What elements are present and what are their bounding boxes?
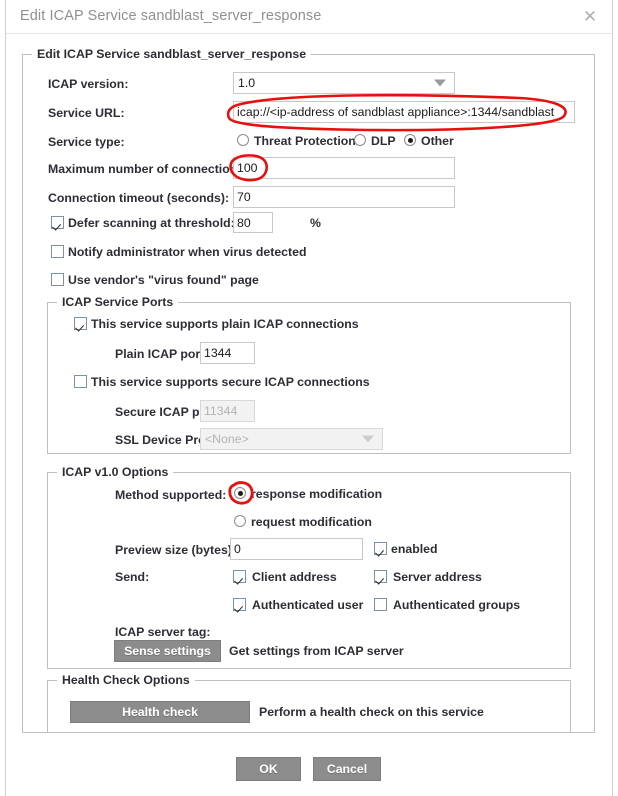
cancel-button[interactable]: Cancel: [313, 757, 381, 781]
service-type-radio-dlp[interactable]: [354, 134, 366, 146]
icap-v1-options-legend: ICAP v1.0 Options: [57, 465, 174, 479]
send-client-address-checkbox[interactable]: [233, 570, 246, 583]
service-type-radio-other[interactable]: [404, 134, 416, 146]
method-radio-request-modification[interactable]: [234, 515, 246, 527]
icap-version-value: 1.0: [238, 76, 256, 90]
notify-administrator-checkbox[interactable]: [51, 245, 64, 258]
notify-administrator-label: Notify administrator when virus detected: [68, 245, 307, 259]
service-type-option-other: Other: [421, 134, 454, 148]
service-type-radio-threat-protection[interactable]: [237, 134, 249, 146]
defer-scanning-label: Defer scanning at threshold:: [68, 216, 235, 230]
window-title: Edit ICAP Service sandblast_server_respo…: [20, 8, 322, 24]
ssl-device-profile-value: <None>: [205, 432, 249, 446]
plain-icap-port-label: Plain ICAP port:: [115, 347, 209, 361]
preview-size-input[interactable]: [230, 538, 363, 560]
secure-icap-port-input: [200, 400, 255, 422]
vendor-virus-page-label: Use vendor's "virus found" page: [68, 273, 259, 287]
ok-button[interactable]: OK: [236, 757, 301, 781]
icap-version-label: ICAP version:: [48, 77, 129, 91]
max-connections-input[interactable]: [233, 157, 455, 179]
defer-scanning-input[interactable]: [233, 212, 273, 233]
service-type-option-dlp: DLP: [371, 134, 396, 148]
preview-enabled-label: enabled: [391, 542, 438, 556]
send-label: Send:: [115, 570, 150, 584]
secure-icap-supported-checkbox[interactable]: [74, 375, 87, 388]
plain-icap-port-input[interactable]: [200, 342, 255, 364]
service-url-input[interactable]: [233, 101, 575, 123]
method-option-response-modification: response modification: [251, 487, 383, 501]
send-authenticated-groups-checkbox[interactable]: [374, 598, 387, 611]
send-authenticated-user-label: Authenticated user: [252, 598, 364, 612]
send-authenticated-user-checkbox[interactable]: [233, 598, 246, 611]
preview-size-label: Preview size (bytes):: [115, 543, 236, 557]
defer-scanning-unit: %: [310, 216, 321, 230]
icap-version-select[interactable]: 1.0: [233, 72, 455, 94]
edit-icap-service-dialog: Edit ICAP Service sandblast_server_respo…: [0, 0, 618, 796]
preview-enabled-checkbox[interactable]: [374, 542, 387, 555]
plain-icap-supported-label: This service supports plain ICAP connect…: [91, 317, 359, 331]
health-check-button[interactable]: Health check: [70, 701, 250, 723]
chevron-down-icon: [362, 435, 374, 443]
plain-icap-supported-checkbox[interactable]: [74, 317, 87, 330]
secure-icap-supported-label: This service supports secure ICAP connec…: [91, 375, 370, 389]
service-type-option-threat-protection: Threat Protection: [254, 134, 356, 148]
method-radio-response-modification[interactable]: [234, 487, 246, 499]
service-type-label: Service type:: [48, 135, 125, 149]
service-url-label: Service URL:: [48, 106, 125, 120]
connection-timeout-input[interactable]: [233, 186, 455, 208]
title-bar: Edit ICAP Service sandblast_server_respo…: [6, 0, 612, 34]
method-supported-label: Method supported:: [115, 488, 227, 502]
send-client-address-label: Client address: [252, 570, 337, 584]
health-check-description: Perform a health check on this service: [259, 705, 484, 719]
max-connections-label: Maximum number of connections:: [48, 162, 249, 176]
edit-icap-service-group-legend: Edit ICAP Service sandblast_server_respo…: [32, 47, 312, 61]
defer-scanning-checkbox[interactable]: [51, 216, 64, 229]
icap-service-ports-legend: ICAP Service Ports: [57, 295, 179, 309]
chevron-down-icon: [434, 79, 446, 87]
close-icon[interactable]: ✕: [577, 6, 603, 28]
connection-timeout-label: Connection timeout (seconds):: [48, 191, 230, 205]
send-authenticated-groups-label: Authenticated groups: [393, 598, 521, 612]
vendor-virus-page-checkbox[interactable]: [51, 273, 64, 286]
ssl-device-profile-select: <None>: [200, 428, 383, 450]
health-check-options-legend: Health Check Options: [57, 673, 195, 687]
sense-settings-description: Get settings from ICAP server: [229, 644, 404, 658]
icap-server-tag-label: ICAP server tag:: [115, 625, 211, 639]
send-server-address-label: Server address: [393, 570, 482, 584]
send-server-address-checkbox[interactable]: [374, 570, 387, 583]
sense-settings-button[interactable]: Sense settings: [114, 640, 221, 662]
method-option-request-modification: request modification: [251, 515, 372, 529]
